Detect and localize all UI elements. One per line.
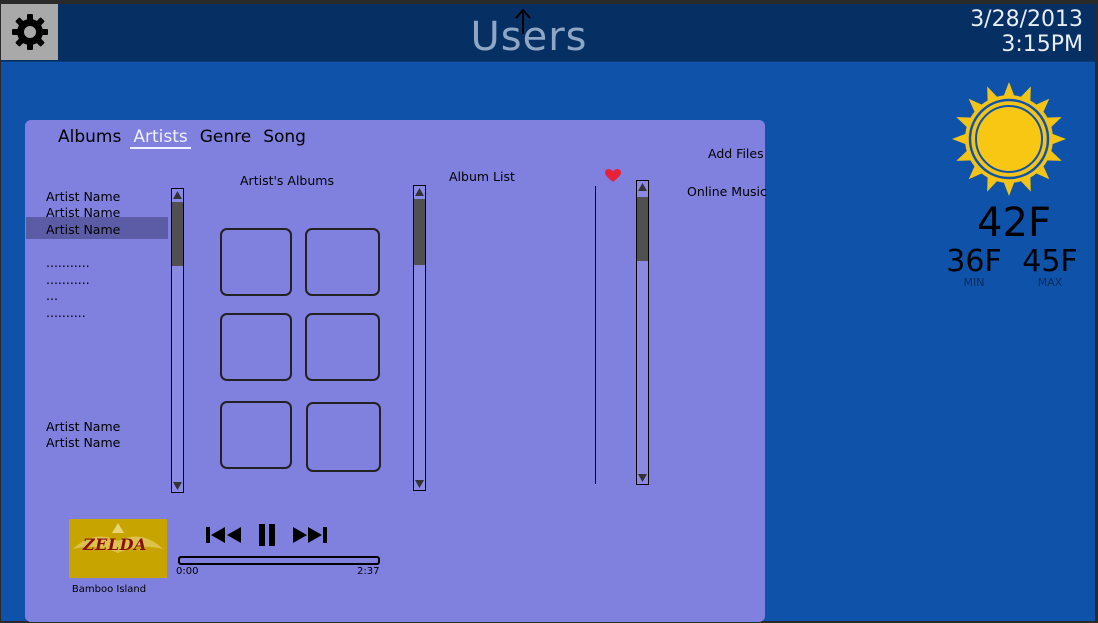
album-tile[interactable] bbox=[305, 313, 380, 381]
tab-genre[interactable]: Genre bbox=[197, 127, 254, 149]
artist-list-item[interactable]: Artist Name bbox=[46, 435, 120, 450]
sun-icon bbox=[952, 82, 1066, 196]
progress-bar[interactable] bbox=[178, 556, 380, 565]
date-time: 3/28/2013 3:15PM bbox=[970, 7, 1083, 57]
total-time: 2:37 bbox=[357, 566, 380, 577]
max-temperature-value: 45F bbox=[1022, 244, 1078, 279]
album-list-title: Album List bbox=[449, 169, 515, 184]
album-tile[interactable] bbox=[220, 401, 292, 469]
min-label: MIN bbox=[963, 276, 985, 289]
next-track-icon[interactable] bbox=[290, 523, 330, 547]
page-title: Users bbox=[470, 14, 588, 60]
albums-scrollbar[interactable] bbox=[413, 185, 426, 491]
settings-button[interactable] bbox=[1, 4, 58, 60]
min-temperature-value: 36F bbox=[946, 244, 1002, 279]
scroll-down-icon[interactable] bbox=[637, 473, 648, 484]
album-tile[interactable] bbox=[306, 402, 381, 472]
album-cover: ZELDA bbox=[69, 519, 167, 578]
album-tile[interactable] bbox=[220, 228, 292, 296]
artist-list-item[interactable]: Artist Name bbox=[46, 189, 120, 204]
tab-albums[interactable]: Albums bbox=[55, 127, 124, 149]
heart-icon[interactable] bbox=[605, 169, 621, 183]
scroll-down-icon[interactable] bbox=[172, 481, 183, 492]
max-label: MAX bbox=[1037, 276, 1063, 289]
previous-track-icon[interactable] bbox=[205, 523, 245, 547]
pause-icon[interactable] bbox=[257, 522, 277, 548]
tab-bar: Albums Artists Genre Song bbox=[55, 127, 309, 149]
scroll-up-icon[interactable] bbox=[172, 189, 183, 200]
album-list-scrollbar[interactable] bbox=[636, 180, 649, 485]
current-temperature: 42F bbox=[977, 200, 1051, 246]
music-panel: Albums Artists Genre Song Artist Name Ar… bbox=[25, 120, 767, 622]
scroll-down-icon[interactable] bbox=[414, 479, 425, 490]
online-music-link[interactable]: Online Music bbox=[687, 184, 767, 199]
date-text: 3/28/2013 bbox=[970, 7, 1083, 32]
artist-list-item[interactable]: Artist Name bbox=[46, 205, 120, 220]
scroll-up-icon[interactable] bbox=[637, 181, 648, 192]
cover-title: ZELDA bbox=[83, 535, 147, 554]
gear-icon bbox=[11, 14, 48, 50]
tab-artists[interactable]: Artists bbox=[130, 127, 191, 149]
artist-list-item[interactable]: ........... bbox=[46, 255, 90, 270]
scroll-thumb[interactable] bbox=[637, 197, 648, 261]
elapsed-time: 0:00 bbox=[176, 566, 199, 577]
albums-section-title: Artist's Albums bbox=[240, 173, 334, 188]
artist-list-item[interactable]: ........... bbox=[46, 272, 90, 287]
tab-song[interactable]: Song bbox=[260, 127, 309, 149]
artist-list-item[interactable]: Artist Name bbox=[46, 419, 120, 434]
add-files-link[interactable]: Add Files bbox=[708, 146, 764, 161]
max-temperature: 45F MAX bbox=[1017, 244, 1083, 289]
min-temperature: 36F MIN bbox=[941, 244, 1007, 289]
top-bar: Users 3/28/2013 3:15PM bbox=[1, 4, 1095, 62]
scroll-thumb[interactable] bbox=[172, 202, 183, 266]
artist-list-item[interactable]: ... bbox=[46, 288, 58, 303]
sun-ray bbox=[1003, 82, 1015, 98]
sun-ray bbox=[952, 133, 968, 145]
time-text: 3:15PM bbox=[1001, 32, 1083, 57]
scroll-up-icon[interactable] bbox=[414, 186, 425, 197]
album-tile[interactable] bbox=[305, 228, 380, 296]
scroll-thumb[interactable] bbox=[414, 199, 425, 265]
sun-ray bbox=[1003, 180, 1015, 196]
artist-scrollbar[interactable] bbox=[171, 188, 184, 493]
app-window: Users 3/28/2013 3:15PM 42F 36F MIN 45F M… bbox=[0, 0, 1098, 623]
artist-list-item[interactable]: .......... bbox=[46, 305, 86, 320]
sun-ray bbox=[1050, 133, 1066, 145]
artist-list-item-selected[interactable]: Artist Name bbox=[46, 222, 120, 237]
track-name: Bamboo Island bbox=[71, 584, 147, 595]
album-list-divider bbox=[595, 186, 596, 484]
album-tile[interactable] bbox=[220, 313, 292, 381]
